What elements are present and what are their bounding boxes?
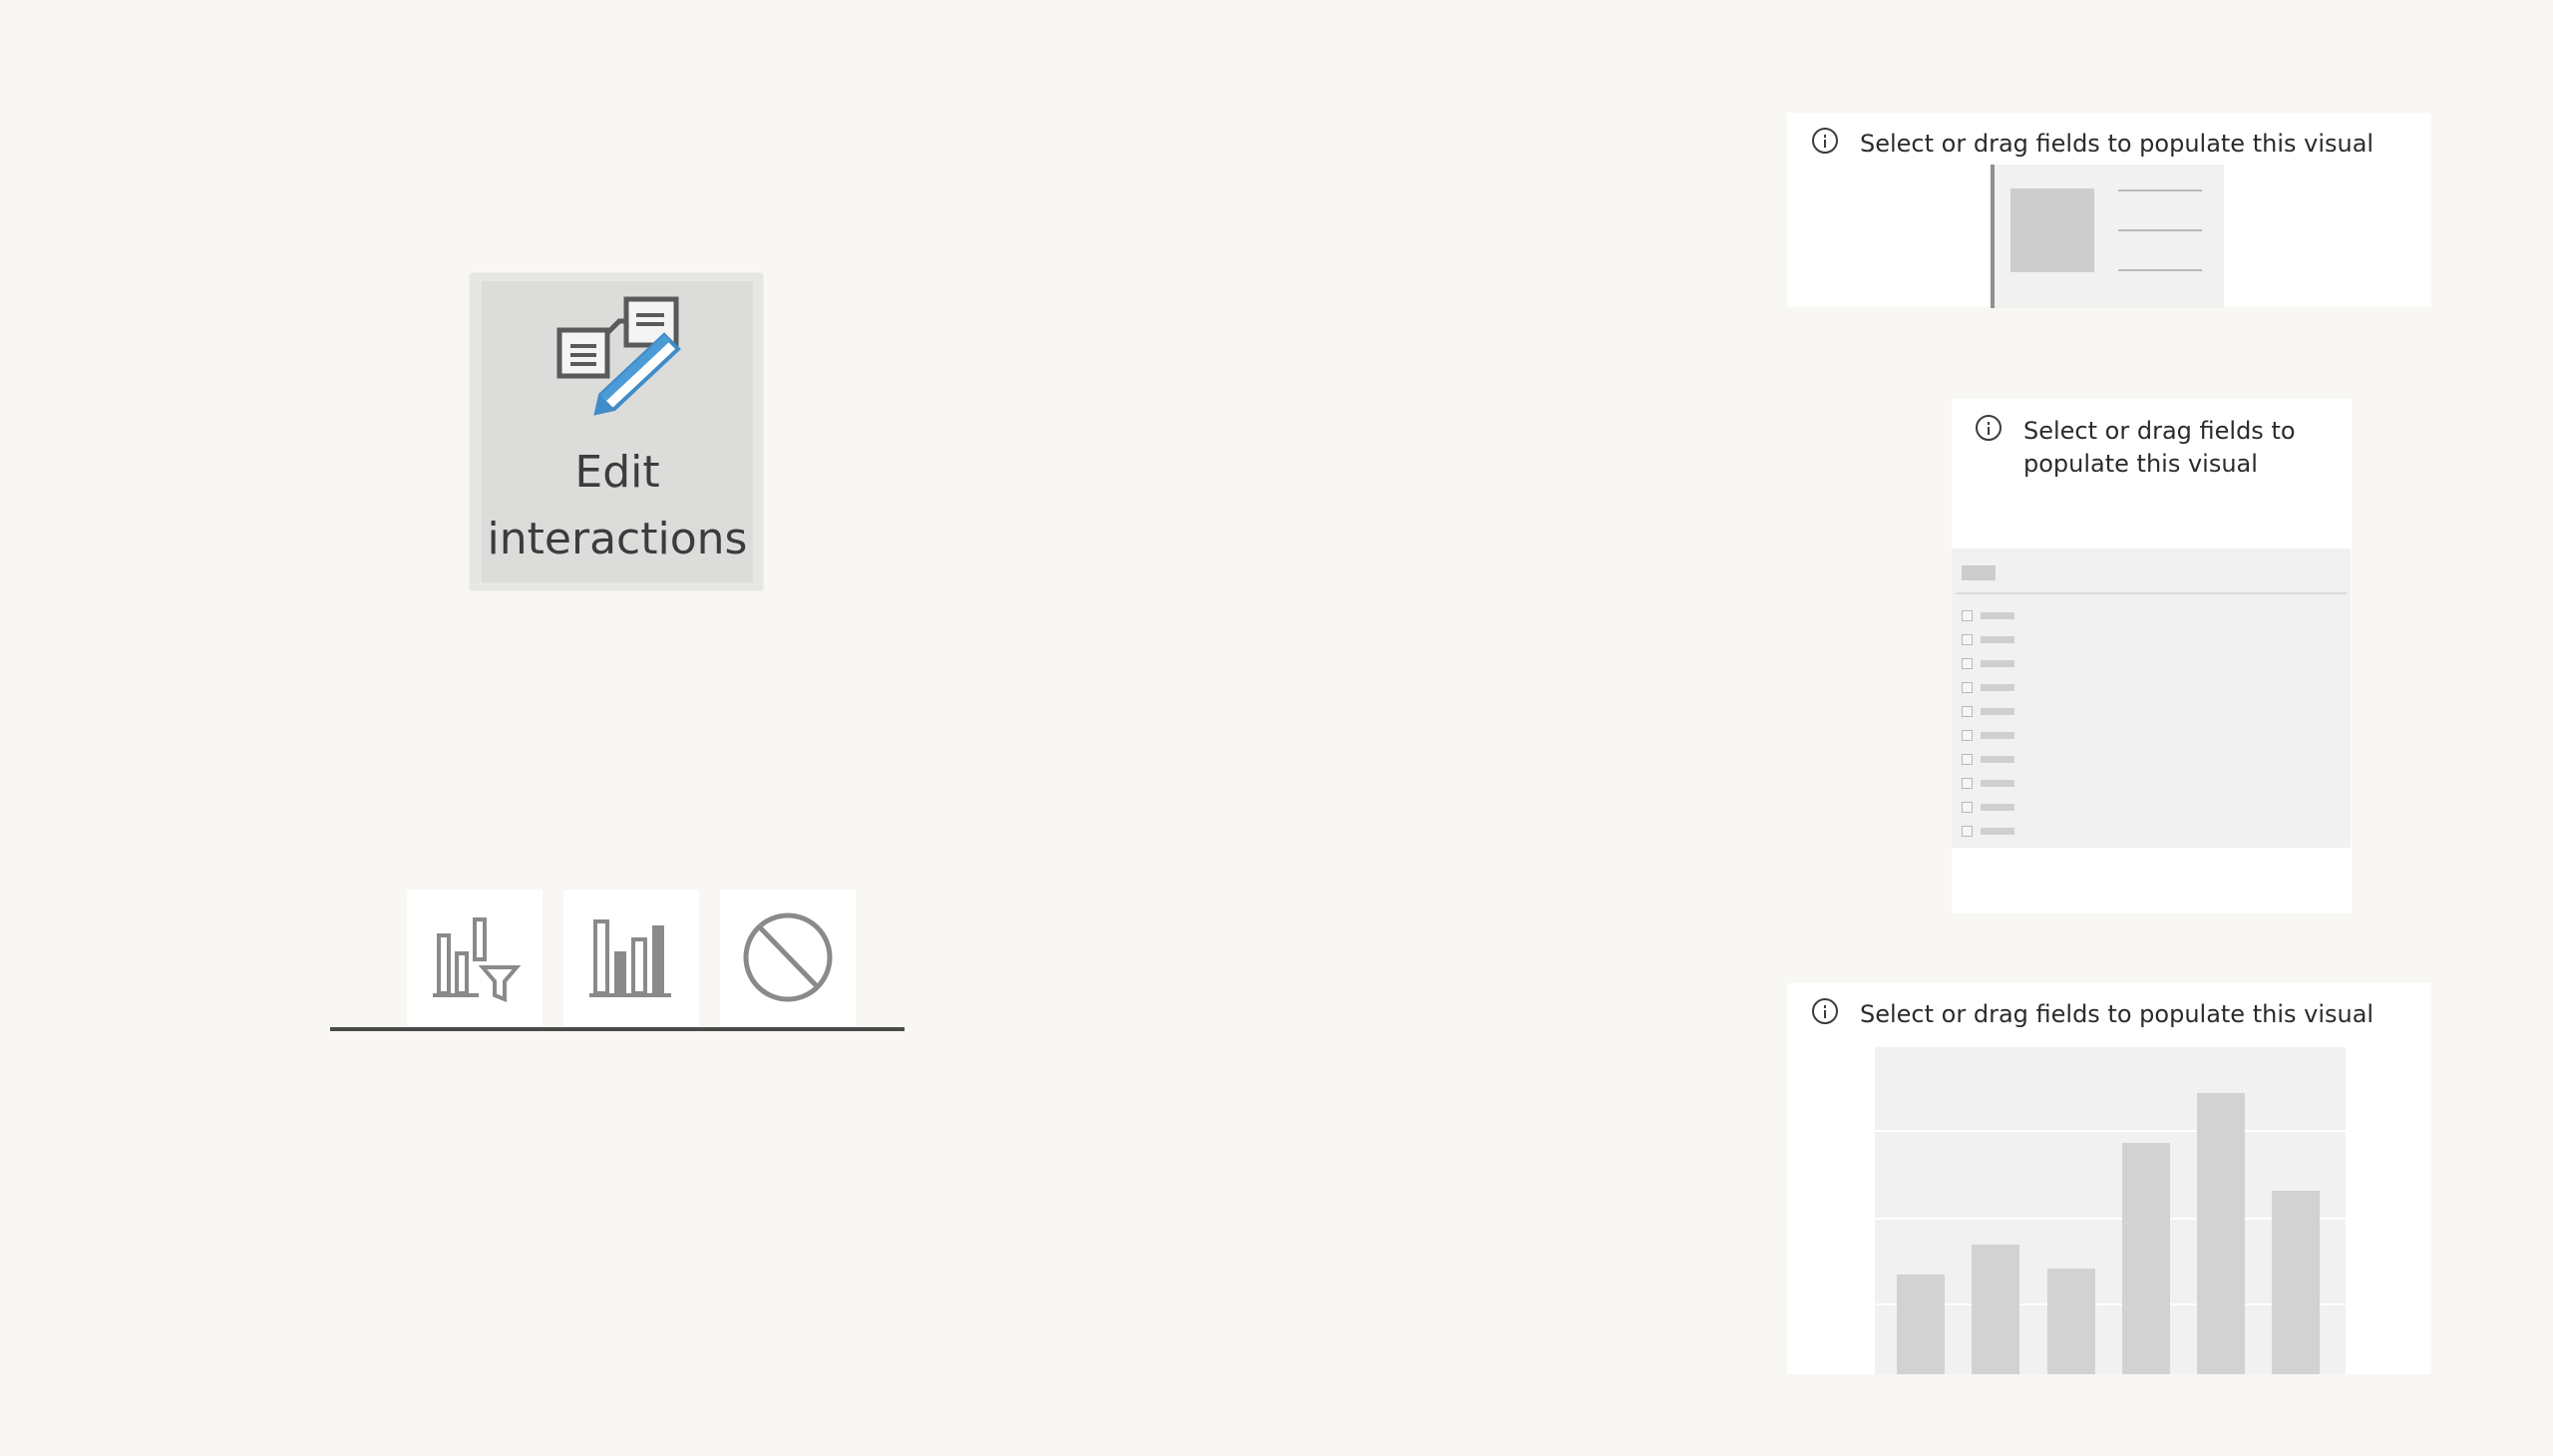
slicer-placeholder-item xyxy=(1962,824,2014,838)
slicer-placeholder-item xyxy=(1962,656,2014,670)
edit-interactions-button-face: Edit interactions xyxy=(482,281,753,582)
highlight-interaction-button[interactable] xyxy=(563,890,699,1026)
filter-icon xyxy=(433,917,522,1002)
info-icon xyxy=(1812,998,1838,1024)
card-placeholder-graphic xyxy=(1991,165,2224,308)
slicer-placeholder-item xyxy=(1962,776,2014,790)
placeholder-text: Select or drag fields to populate this v… xyxy=(1860,1000,2374,1028)
slicer-placeholder-item xyxy=(1962,704,2014,718)
slicer-placeholder-item xyxy=(1962,608,2014,622)
edit-interactions-button[interactable]: Edit interactions xyxy=(469,272,764,591)
slicer-placeholder-item xyxy=(1962,752,2014,766)
checkbox-icon xyxy=(1962,633,1973,645)
placeholder-message: Select or drag fields to populate this v… xyxy=(1976,415,2296,481)
placeholder-message: Select or drag fields to populate this v… xyxy=(1812,128,2373,161)
edit-interactions-label: Edit interactions xyxy=(487,447,748,564)
slicer-placeholder-graphic xyxy=(1952,548,2351,848)
interaction-options-underline xyxy=(330,1027,905,1031)
card-accent-bar xyxy=(1991,165,1995,308)
slicer-placeholder-item xyxy=(1962,728,2014,742)
card-placeholder-line xyxy=(2118,269,2202,271)
slicer-placeholder-item xyxy=(1962,680,2014,694)
filter-interaction-button[interactable] xyxy=(407,890,543,1026)
card-placeholder-line xyxy=(2118,229,2202,231)
checkbox-icon xyxy=(1962,825,1973,837)
placeholder-text: Select or drag fields to populate this v… xyxy=(2023,417,2296,478)
slicer-placeholder-item xyxy=(1962,632,2014,646)
card-placeholder-square xyxy=(2010,188,2094,272)
checkbox-icon xyxy=(1962,609,1973,621)
placeholder-message: Select or drag fields to populate this v… xyxy=(1812,998,2373,1031)
checkbox-icon xyxy=(1962,657,1973,669)
checkbox-icon xyxy=(1962,729,1973,741)
column-chart-visual[interactable]: Select or drag fields to populate this v… xyxy=(1787,983,2431,1374)
none-icon xyxy=(743,912,833,1002)
checkbox-icon xyxy=(1962,705,1973,717)
slicer-placeholder-header xyxy=(1962,565,1996,580)
card-visual[interactable]: Select or drag fields to populate this v… xyxy=(1787,113,2431,308)
checkbox-icon xyxy=(1962,801,1973,813)
placeholder-columns xyxy=(1875,1093,2346,1374)
card-placeholder-line xyxy=(2118,189,2202,191)
column-chart-placeholder-graphic xyxy=(1875,1047,2346,1374)
slicer-placeholder-item xyxy=(1962,800,2014,814)
checkbox-icon xyxy=(1962,681,1973,693)
no-interaction-button[interactable] xyxy=(720,890,856,1026)
highlight-icon xyxy=(589,919,671,997)
info-icon xyxy=(1976,415,2002,441)
checkbox-icon xyxy=(1962,777,1973,789)
info-icon xyxy=(1812,128,1838,154)
slicer-divider xyxy=(1956,592,2347,594)
placeholder-text: Select or drag fields to populate this v… xyxy=(1860,130,2374,158)
checkbox-icon xyxy=(1962,753,1973,765)
edit-interactions-icon xyxy=(556,296,681,416)
slicer-visual[interactable]: Select or drag fields to populate this v… xyxy=(1952,399,2352,913)
